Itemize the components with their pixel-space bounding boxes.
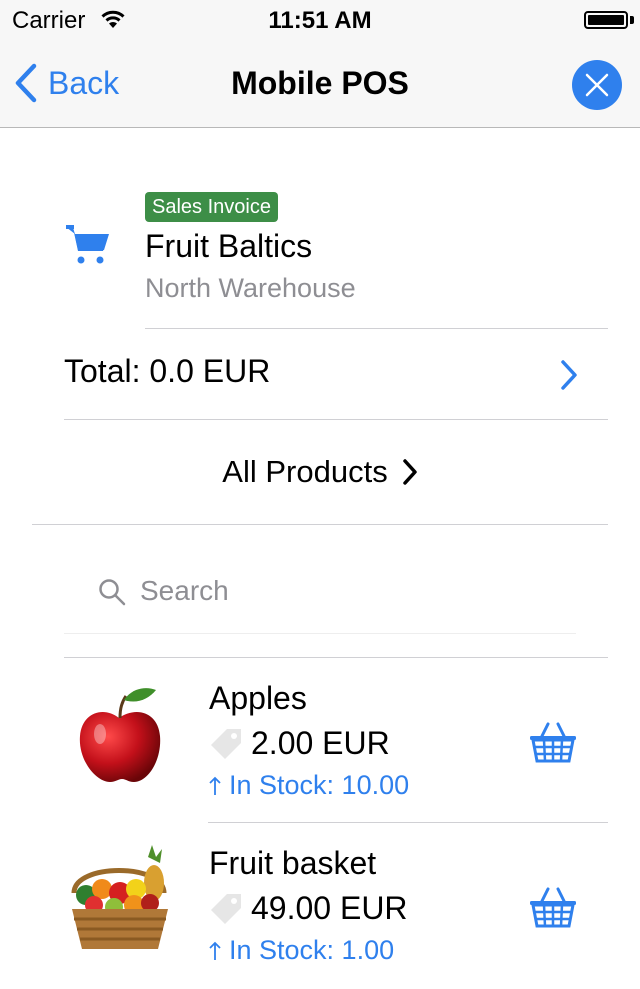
product-stock-value: In Stock: 1.00 [229, 935, 395, 965]
close-icon [585, 73, 609, 97]
total-row[interactable]: Total: 0.0 EUR [64, 330, 608, 418]
cart-icon [66, 224, 110, 271]
basket-icon [530, 887, 576, 928]
divider [32, 524, 608, 525]
product-stock-value: In Stock: 10.00 [229, 770, 410, 800]
arrow-up-icon [209, 776, 221, 795]
divider [145, 328, 608, 329]
product-row[interactable]: Fruit basket 49.00 EUR In Stock: 1.00 [64, 825, 608, 989]
search-field[interactable]: Search [64, 556, 576, 634]
total-label: Total: 0.0 EUR [64, 353, 271, 389]
product-name: Apples [209, 680, 307, 716]
product-price-value: 2.00 EUR [251, 725, 390, 761]
all-products-button[interactable]: All Products [32, 420, 608, 524]
chevron-right-icon [560, 360, 578, 395]
product-stock: In Stock: 1.00 [209, 935, 394, 966]
basket-icon [530, 722, 576, 763]
document-type-badge: Sales Invoice [145, 192, 278, 222]
product-image-apple [64, 678, 176, 790]
battery-icon [584, 11, 628, 29]
arrow-up-icon [209, 941, 221, 960]
customer-name: Fruit Baltics [145, 228, 313, 264]
product-price-value: 49.00 EUR [251, 890, 408, 926]
page-title: Mobile POS [231, 65, 409, 101]
divider [64, 657, 608, 658]
all-products-label: All Products [222, 454, 388, 489]
status-time: 11:51 AM [268, 7, 372, 34]
warehouse-name: North Warehouse [145, 273, 356, 303]
product-price: 49.00 EUR [209, 890, 408, 927]
price-tag-icon [211, 728, 241, 759]
add-to-basket-button[interactable] [528, 885, 578, 934]
divider [208, 822, 608, 823]
search-placeholder: Search [140, 575, 229, 606]
product-image-fruit-basket [64, 843, 176, 955]
add-to-basket-button[interactable] [528, 720, 578, 769]
product-row[interactable]: Apples 2.00 EUR In Stock: 10.00 [64, 660, 608, 824]
product-name: Fruit basket [209, 845, 377, 881]
battery-tip [630, 16, 634, 24]
price-tag-icon [211, 893, 241, 924]
product-stock: In Stock: 10.00 [209, 770, 409, 801]
product-price: 2.00 EUR [209, 725, 390, 762]
close-button[interactable] [572, 60, 622, 110]
search-icon [98, 578, 126, 611]
chevron-right-icon [402, 459, 417, 485]
